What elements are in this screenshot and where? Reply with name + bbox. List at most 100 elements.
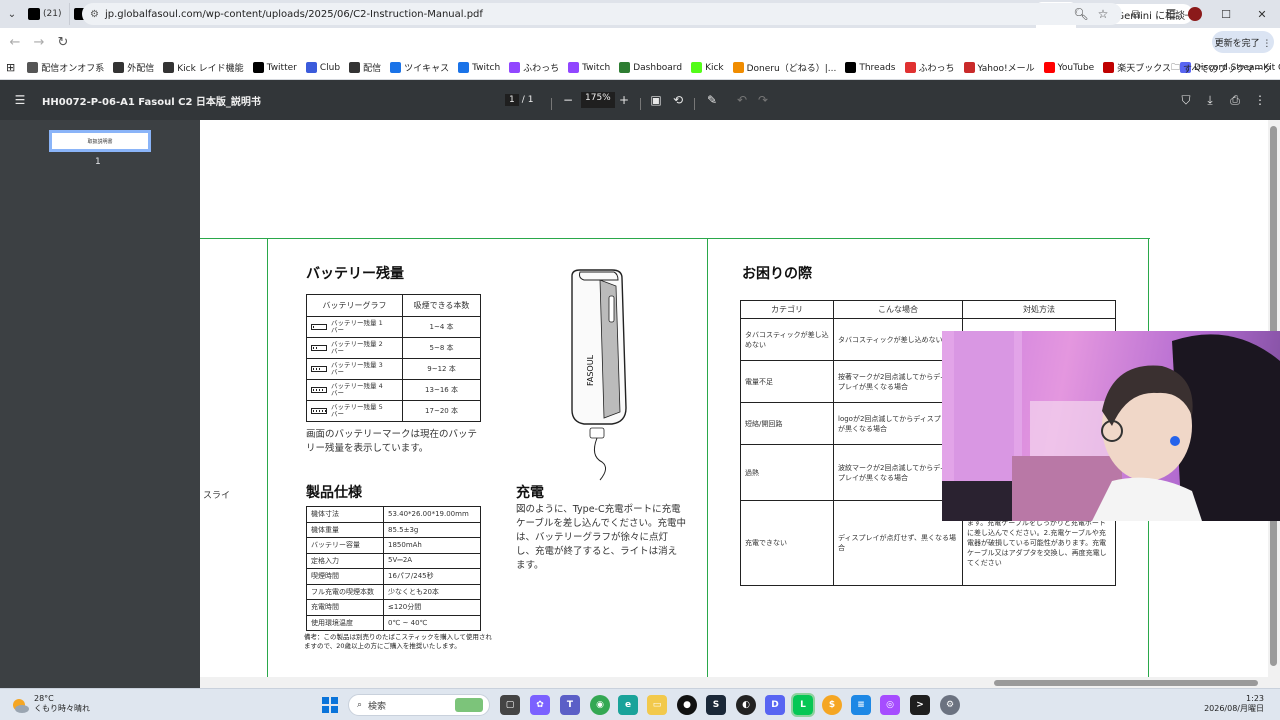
obs-icon[interactable]: ● — [677, 695, 697, 715]
device-illustration: FASOUL — [571, 269, 627, 481]
download-icon[interactable]: ⤓ — [1200, 90, 1220, 110]
maximize-button[interactable]: ☐ — [1208, 0, 1244, 28]
zoom-in-icon[interactable]: + — [614, 90, 634, 110]
bookmark-item[interactable]: Club — [305, 62, 341, 73]
globe-icon — [163, 62, 175, 73]
tab-search-menu[interactable]: ⌄ — [0, 0, 24, 28]
bookmark-item[interactable]: Kick レイド機能 — [163, 61, 244, 74]
bookmark-label: Twitch — [582, 62, 611, 73]
battery-label: バッテリー残量 4バー — [331, 382, 383, 397]
bookmark-item[interactable]: Doneru（どねる）|... — [732, 61, 836, 74]
zoom-icon[interactable]: 🔍︎ — [1070, 3, 1092, 25]
yahoo-icon — [963, 62, 975, 73]
bookmark-item[interactable]: Dashboard — [619, 62, 682, 73]
thumbnail-sidebar — [0, 120, 200, 688]
back-button[interactable]: ← — [3, 30, 27, 54]
chrome-icon[interactable]: ◉ — [590, 695, 610, 715]
save-icon[interactable]: ⛉ — [1176, 90, 1196, 110]
zoom-input[interactable]: 175% — [581, 92, 615, 108]
close-window-button[interactable]: ✕ — [1244, 0, 1280, 28]
bookmark-item[interactable]: Twitter — [252, 62, 297, 73]
bookmark-item[interactable]: 楽天ブックス — [1103, 61, 1171, 74]
bookmark-item[interactable]: YouTube — [1043, 62, 1094, 73]
bookmark-item[interactable]: ふわっち — [509, 61, 559, 74]
reading-list-icon[interactable]: ☰ — [1160, 3, 1182, 25]
bookmark-item[interactable]: ふわっち — [904, 61, 955, 74]
page-total: 1 — [527, 95, 534, 105]
line-icon[interactable]: L — [791, 693, 815, 717]
page-number-input[interactable]: 1 — [505, 94, 519, 106]
apps-icon[interactable]: ⊞ — [6, 61, 15, 74]
spec-key: バッテリー容量 — [306, 537, 384, 554]
search-highlight-icon — [455, 698, 483, 712]
horizontal-scrollbar[interactable] — [200, 677, 1280, 688]
bookmark-label: Kick — [705, 62, 724, 73]
steam-icon[interactable]: S — [706, 695, 726, 715]
camera-app-icon[interactable]: ◎ — [880, 695, 900, 715]
address-bar[interactable]: ⚙ jp.globalfasoul.com/wp-content/uploads… — [82, 3, 1122, 25]
rotate-icon[interactable]: ⟲ — [668, 90, 688, 110]
weather-icon[interactable] — [10, 695, 30, 715]
more-options-icon[interactable]: ⋮ — [1250, 90, 1270, 110]
bookmark-item[interactable]: Twitch — [458, 62, 500, 73]
terminal-icon[interactable]: > — [910, 695, 930, 715]
trouble-col-category: カテゴリ — [740, 300, 834, 319]
clock[interactable]: 1:23 2026/08/月曜日 — [1200, 694, 1264, 714]
settings-gear-icon[interactable]: ⚙ — [940, 695, 960, 715]
coin-icon[interactable]: $ — [822, 695, 842, 715]
battery-col-count: 吸煙できる本数 — [402, 294, 481, 317]
bookmark-item[interactable]: Kick — [691, 62, 724, 73]
zoom-out-icon[interactable]: − — [558, 90, 578, 110]
doneru-icon — [732, 62, 744, 73]
sync-icon — [458, 62, 470, 73]
bookmark-item[interactable]: 外配信 — [113, 61, 154, 74]
spec-value: ≤120分間 — [383, 599, 481, 616]
bookmark-item[interactable]: Yahoo!メール — [963, 61, 1035, 74]
app-icon[interactable]: ◐ — [736, 695, 756, 715]
redo-icon[interactable]: ↷ — [753, 90, 773, 110]
page-thumbnail[interactable]: 取扱説明書 — [49, 130, 151, 152]
avatar[interactable] — [1184, 3, 1206, 25]
battery-icon — [311, 345, 327, 351]
battery-bar — [313, 326, 314, 328]
bookmark-label: Twitter — [266, 62, 297, 73]
file-explorer-icon[interactable]: ▭ — [647, 695, 667, 715]
windows-start-icon[interactable] — [320, 695, 340, 715]
trouble-category: 過熱 — [740, 444, 834, 501]
edge-icon[interactable]: e — [618, 695, 638, 715]
discord-icon[interactable]: D — [765, 695, 785, 715]
all-bookmarks-button[interactable]: 🗀 すべてのブックマーク — [1171, 56, 1272, 80]
teams-icon[interactable]: T — [560, 695, 580, 715]
taskbar-search[interactable]: ⌕ 検索 — [348, 694, 490, 716]
tab[interactable]: (21) — [24, 3, 70, 25]
bookmark-label: Club — [319, 62, 341, 73]
weather-widget[interactable]: 28°C くもり時々晴れ — [34, 694, 90, 714]
update-button[interactable]: 更新を完了 ⋮ — [1212, 31, 1274, 53]
bookmarks-bar: ⊞ 配信オンオフ系 外配信 Kick レイド機能 Twitter Club 配信 ツイキャス… — [0, 56, 1280, 80]
copilot-icon[interactable]: ✿ — [530, 695, 550, 715]
bookmark-item[interactable]: Threads — [845, 62, 896, 73]
pdf-title: HH0072-P-06-A1 Fasoul C2 日本版_説明书 — [42, 97, 261, 108]
reload-button[interactable]: ↻ — [51, 30, 75, 54]
horizontal-scroll-thumb[interactable] — [994, 680, 1258, 686]
forward-button[interactable]: → — [27, 30, 51, 54]
undo-icon[interactable]: ↶ — [732, 90, 752, 110]
menu-icon[interactable]: ☰ — [10, 90, 30, 110]
extensions-icon[interactable]: ⧉ — [1125, 3, 1147, 25]
battery-graph-cell: バッテリー残量 3バー — [306, 358, 403, 380]
bookmark-item[interactable]: 配信オンオフ系 — [27, 61, 104, 74]
annotate-icon[interactable]: ✎ — [702, 90, 722, 110]
site-info-icon[interactable]: ⚙ — [90, 9, 99, 20]
task-view-icon[interactable]: ▢ — [500, 695, 520, 715]
page-separator: / — [521, 95, 525, 105]
print-icon[interactable]: ⎙ — [1225, 90, 1245, 110]
notepad-icon[interactable]: ≡ — [851, 695, 871, 715]
fit-page-icon[interactable]: ▣ — [646, 90, 666, 110]
bookmark-label: Threads — [859, 62, 896, 73]
battery-bar — [322, 389, 323, 391]
bookmark-item[interactable]: Twitch — [568, 62, 610, 73]
bookmark-star-icon[interactable]: ☆ — [1092, 3, 1114, 25]
bookmark-item[interactable]: 配信 — [349, 61, 381, 74]
battery-note: 画面のバッテリーマークは現在のバッテリー残量を表示しています。 — [306, 429, 478, 454]
bookmark-item[interactable]: ツイキャス — [390, 61, 449, 74]
